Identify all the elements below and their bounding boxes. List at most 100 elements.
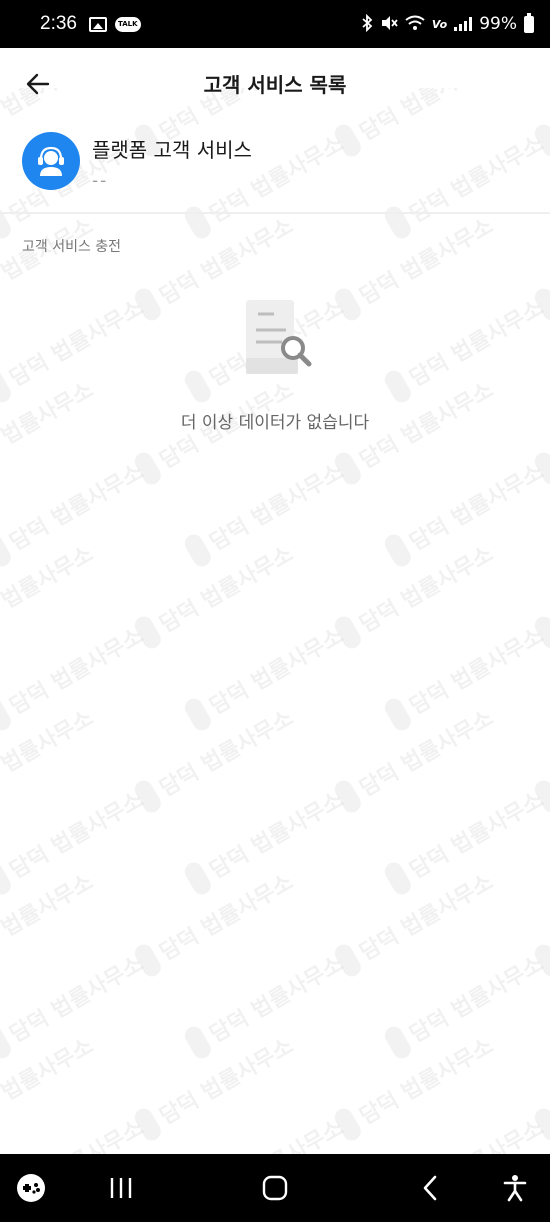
watermark-text: 담덕 법률사무소: [131, 700, 299, 816]
watermark-label: 담덕 법률사무소: [0, 1033, 98, 1130]
recent-apps-icon: [110, 1178, 132, 1198]
service-name: 플랫폼 고객 서비스: [92, 138, 252, 162]
watermark-text: 담덕 법률사무소: [131, 1028, 299, 1144]
watermark-seal-icon: [381, 695, 415, 734]
system-nav-bar: [0, 1154, 550, 1222]
watermark-label: 담덕 법률사무소: [205, 951, 348, 1048]
watermark-label: 담덕 법률사무소: [5, 459, 148, 556]
signal-icon: [454, 17, 473, 31]
watermark-label: 담덕 법률사무소: [5, 623, 148, 720]
watermark-text: 담덕 법률사무소: [331, 1028, 499, 1144]
watermark-label: 담덕 법률사무소: [5, 951, 148, 1048]
status-time: 2:36: [40, 13, 77, 34]
watermark-label: 담덕 법률사무소: [355, 705, 498, 802]
watermark-text: 담덕 법률사무소: [0, 782, 149, 898]
watermark-text: 담덕 법률사무소: [182, 1110, 349, 1154]
avatar: [22, 132, 80, 190]
watermark-text: 담덕 법률사무소: [181, 782, 349, 898]
nav-back-button[interactable]: [418, 1170, 442, 1206]
watermark-seal-icon: [181, 1023, 215, 1062]
watermark-seal-icon: [331, 941, 365, 980]
watermark-text: 담덕 법률사무소: [531, 536, 550, 652]
status-bar: 2:36 TALK Vo 99%: [0, 0, 550, 48]
watermark-label: 담덕 법률사무소: [3, 1110, 148, 1154]
watermark-label: 담덕 법률사무소: [5, 787, 148, 884]
watermark-text: 담덕 법률사무소: [381, 946, 549, 1062]
watermark-text: 담덕 법률사무소: [381, 618, 549, 734]
watermark-text: 담덕 법률사무소: [331, 536, 499, 652]
watermark-seal-icon: [531, 449, 550, 488]
watermark-seal-icon: [331, 449, 365, 488]
watermark-label: 담덕 법률사무소: [155, 1033, 298, 1130]
watermark-text: 담덕 법률사무소: [0, 536, 99, 652]
system-icons: Vo 99%: [361, 12, 534, 35]
recent-apps-button[interactable]: [106, 1170, 136, 1206]
watermark-label: 담덕 법률사무소: [155, 705, 298, 802]
watermark-seal-icon: [381, 859, 415, 898]
document-search-icon: [246, 300, 312, 374]
watermark-text: 담덕 법률사무소: [181, 946, 349, 1062]
watermark-seal-icon: [0, 859, 15, 898]
service-list-item[interactable]: 플랫폼 고객 서비스 --: [0, 120, 550, 212]
empty-state: 더 이상 데이터가 없습니다: [0, 298, 550, 433]
watermark-seal-icon: [181, 695, 215, 734]
mute-icon: [380, 14, 398, 35]
page-title: 고객 서비스 목록: [203, 72, 347, 97]
app-screen: 2:36 TALK Vo 99% 담덕 법률사무소담덕 법률사무소담덕 법률사무…: [0, 0, 550, 1222]
watermark-text: 담덕 법률사무소: [531, 700, 550, 816]
accessibility-button[interactable]: [500, 1170, 530, 1206]
watermark-label: 담덕 법률사무소: [205, 623, 348, 720]
watermark-text: 담덕 법률사무소: [0, 454, 149, 570]
watermark-seal-icon: [0, 531, 15, 570]
watermark-label: 담덕 법률사무소: [355, 541, 498, 638]
watermark-label: 담덕 법률사무소: [405, 951, 548, 1048]
volte-icon: Vo: [431, 17, 448, 31]
watermark-seal-icon: [381, 1023, 415, 1062]
watermark-seal-icon: [331, 777, 365, 816]
watermark-label: 담덕 법률사무소: [355, 869, 498, 966]
watermark-label: 담덕 법률사무소: [205, 459, 348, 556]
accessibility-icon: [503, 1175, 527, 1202]
watermark-seal-icon: [531, 941, 550, 980]
watermark-seal-icon: [131, 1105, 165, 1144]
watermark-text: 담덕 법률사무소: [331, 700, 499, 816]
watermark-label: 담덕 법률사무소: [403, 1110, 548, 1154]
watermark-text: 담덕 법률사무소: [131, 536, 299, 652]
kakaotalk-icon: TALK: [114, 16, 141, 32]
watermark-seal-icon: [531, 613, 550, 652]
bluetooth-icon: [361, 13, 373, 35]
watermark-seal-icon: [0, 1023, 15, 1062]
arrow-left-icon: [26, 73, 50, 95]
watermark-text: 담덕 법률사무소: [0, 618, 149, 734]
app-header: 고객 서비스 목록: [0, 48, 550, 118]
watermark-text: 담덕 법률사무소: [0, 700, 99, 816]
watermark-text: 담덕 법률사무소: [0, 946, 149, 1062]
battery-percent: 99%: [479, 14, 517, 34]
watermark-seal-icon: [131, 449, 165, 488]
watermark-seal-icon: [381, 531, 415, 570]
watermark-text: 담덕 법률사무소: [181, 618, 349, 734]
watermark-text: 담덕 법률사무소: [331, 864, 499, 980]
back-icon: [423, 1175, 437, 1201]
headset-agent-icon: [38, 146, 64, 176]
watermark-label: 담덕 법률사무소: [203, 1110, 348, 1154]
home-button[interactable]: [260, 1170, 290, 1206]
watermark-text: 담덕 법률사무소: [531, 864, 550, 980]
watermark-label: 담덕 법률사무소: [0, 869, 98, 966]
gallery-icon: [88, 16, 107, 32]
watermark-text: 담덕 법률사무소: [181, 454, 349, 570]
watermark-text: 담덕 법률사무소: [0, 1028, 99, 1144]
watermark-text: 담덕 법률사무소: [0, 864, 99, 980]
watermark-label: 담덕 법률사무소: [405, 623, 548, 720]
divider: [0, 212, 550, 214]
watermark-label: 담덕 법률사무소: [0, 705, 98, 802]
watermark-seal-icon: [131, 777, 165, 816]
watermark-seal-icon: [131, 613, 165, 652]
game-launcher-button[interactable]: [14, 1170, 48, 1206]
watermark-label: 담덕 법률사무소: [0, 213, 98, 310]
service-subtitle: --: [92, 171, 109, 191]
game-launcher-icon: [17, 1174, 45, 1202]
back-button[interactable]: [18, 68, 58, 100]
battery-icon: [524, 12, 534, 33]
watermark-label: 담덕 법률사무소: [355, 213, 498, 310]
